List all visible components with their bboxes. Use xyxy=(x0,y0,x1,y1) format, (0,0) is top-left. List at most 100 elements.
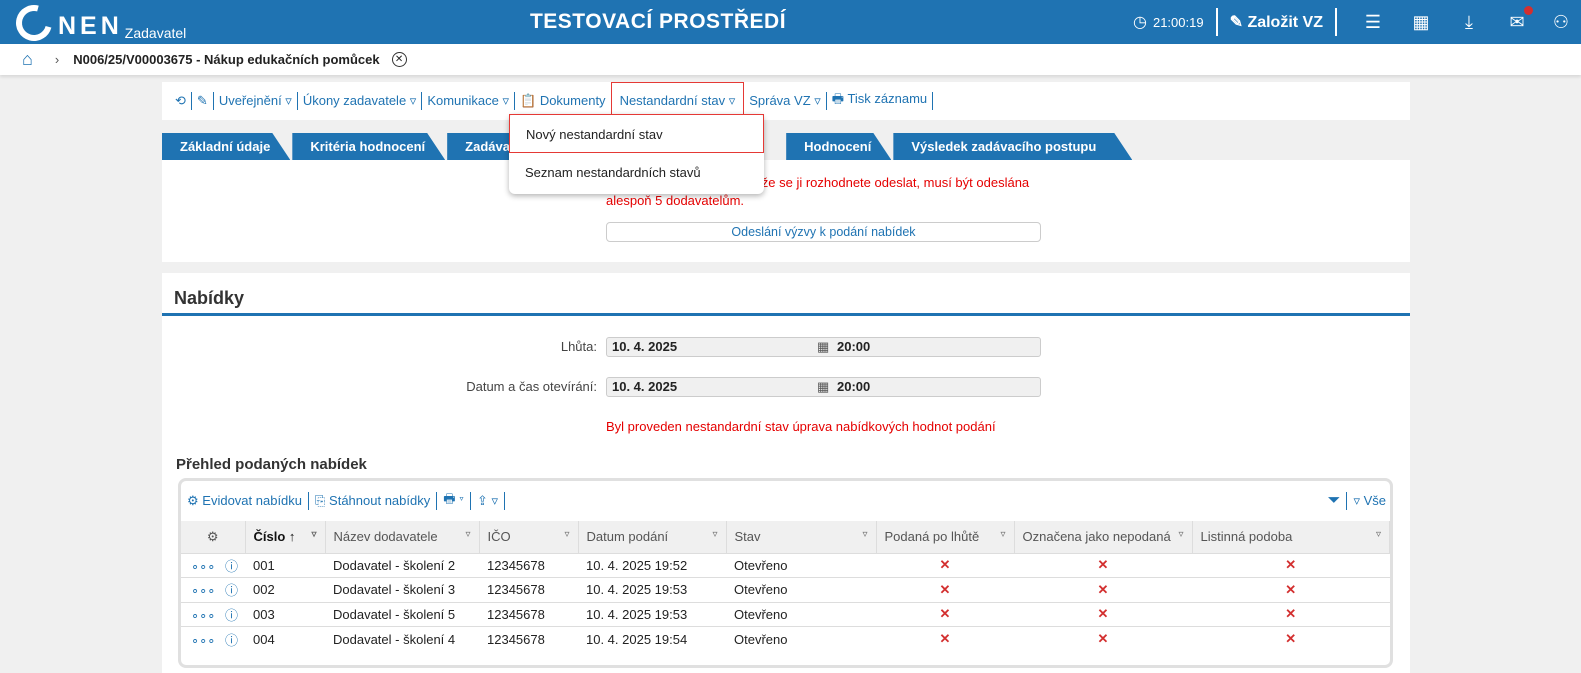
cross-icon: ✕ xyxy=(1014,577,1192,602)
cell-status: Otevřeno xyxy=(726,601,876,627)
edit-icon[interactable]: ✎ xyxy=(192,93,213,109)
menu-icon[interactable]: ☰ xyxy=(1349,12,1397,33)
breadcrumb-title: N006/25/V00003675 - Nákup edukačních pom… xyxy=(73,52,380,67)
cell-number: 002 xyxy=(245,577,325,602)
info-icon[interactable]: ⓘ xyxy=(225,608,238,623)
column-header[interactable]: Název dodavatele ▿ xyxy=(325,521,480,553)
deadline-field[interactable]: 10. 4. 2025 ▦ 20:00 xyxy=(606,337,1041,357)
top-header: NEN Zadavatel TESTOVACÍ PROSTŘEDÍ ◷ 21:0… xyxy=(0,0,1581,48)
info-icon[interactable]: ⓘ xyxy=(225,633,238,648)
calendar-icon[interactable]: ▦ xyxy=(817,338,829,356)
menu-item-nonstandard-state-list[interactable]: Seznam nestandardních stavů xyxy=(509,153,764,192)
invitation-panel: liže se ji rozhodnete odeslat, musí být … xyxy=(162,160,1410,262)
cell-ico: 12345678 xyxy=(479,577,578,602)
cell-date: 10. 4. 2025 19:54 xyxy=(578,626,726,651)
cross-icon: ✕ xyxy=(1014,601,1192,627)
view-select[interactable]: ▿ Vše xyxy=(1353,493,1386,509)
info-icon[interactable]: ⓘ xyxy=(225,559,238,574)
tab-evaluation[interactable]: Hodnocení xyxy=(786,133,891,160)
cell-status: Otevřeno xyxy=(726,552,876,578)
offers-grid: ⚙ Evidovat nabídku ⎘ Stáhnout nabídky 🖶 … xyxy=(178,478,1393,668)
menu-communication[interactable]: Komunikace ▿ xyxy=(422,93,514,109)
print-menu-button[interactable]: 🖶 ▿ xyxy=(443,490,464,512)
grid-toolbar: ⚙ Evidovat nabídku ⎘ Stáhnout nabídky 🖶 … xyxy=(181,481,1390,521)
cross-icon: ✕ xyxy=(1192,577,1390,602)
cell-status: Otevřeno xyxy=(726,577,876,602)
menu-item-new-nonstandard-state[interactable]: Nový nestandardní stav xyxy=(509,114,764,153)
column-header[interactable]: IČO ▿ xyxy=(479,521,579,553)
print-icon: 🖶 xyxy=(831,91,845,106)
user-icon[interactable]: ⚇ xyxy=(1541,12,1581,33)
section-title: Nabídky xyxy=(162,273,1410,316)
menu-contracting-actions[interactable]: Úkony zadavatele ▿ xyxy=(298,93,421,109)
tab-procedure-result[interactable]: Výsledek zadávacího postupu xyxy=(893,133,1132,160)
clock-icon: ◷ xyxy=(1133,14,1147,31)
home-icon[interactable]: ⌂ xyxy=(22,49,33,70)
menu-documents[interactable]: 📋 Dokumenty xyxy=(515,93,611,109)
offers-table: ⚙ Číslo ↑ ▿ Název dodavatele ▿ IČO ▿ Datum … xyxy=(181,521,1390,651)
mail-icon[interactable]: ✉ xyxy=(1493,5,1541,33)
download-icon[interactable]: ⤓ xyxy=(1445,12,1493,33)
opening-field[interactable]: 10. 4. 2025 ▦ 20:00 xyxy=(606,377,1041,397)
cell-number: 003 xyxy=(245,601,325,627)
info-icon[interactable]: ⓘ xyxy=(225,583,238,598)
offers-panel: Nabídky Lhůta: 10. 4. 2025 ▦ 20:00 Datum a… xyxy=(162,273,1410,673)
cell-number: 004 xyxy=(245,626,325,651)
more-actions-icon[interactable]: ∘∘∘ xyxy=(191,633,215,648)
sort-asc-icon: ↑ xyxy=(288,529,296,545)
cell-date: 10. 4. 2025 19:53 xyxy=(578,577,726,602)
edit-icon: ✎ xyxy=(1229,14,1248,31)
more-actions-icon[interactable]: ∘∘∘ xyxy=(191,559,215,574)
create-vz-button[interactable]: ✎ Založit VZ xyxy=(1230,12,1323,32)
column-settings-icon[interactable]: ⚙ xyxy=(181,521,246,553)
cross-icon: ✕ xyxy=(1192,552,1390,578)
cross-icon: ✕ xyxy=(1192,626,1390,651)
breadcrumb: ⌂ › N006/25/V00003675 - Nákup edukačních… xyxy=(0,44,1581,75)
calendar-icon[interactable]: ▦ xyxy=(817,378,829,396)
offers-overview-title: Přehled podaných nabídek xyxy=(176,456,367,473)
register-offer-button[interactable]: ⚙ Evidovat nabídku xyxy=(187,493,302,509)
column-header[interactable]: Podaná po lhůtě ▿ xyxy=(876,521,1015,553)
cell-ico: 12345678 xyxy=(479,552,578,578)
column-header[interactable]: Listinná podoba ▿ xyxy=(1192,521,1390,553)
download-offers-button[interactable]: ⎘ Stáhnout nabídky xyxy=(315,493,430,509)
more-actions-icon[interactable]: ∘∘∘ xyxy=(191,608,215,623)
menu-vz-management[interactable]: Správa VZ ▿ xyxy=(744,93,826,109)
menu-publication[interactable]: Uveřejnění ▿ xyxy=(214,93,297,109)
table-row[interactable]: ∘∘∘ ⓘ 002 Dodavatel - školení 3 12345678… xyxy=(181,577,1390,602)
more-actions-icon[interactable]: ∘∘∘ xyxy=(191,583,215,598)
column-header[interactable]: Datum podání ▿ xyxy=(578,521,727,553)
menu-print-record[interactable]: 🖶 Tisk záznamu xyxy=(827,90,932,112)
opening-label: Datum a čas otevírání: xyxy=(466,379,597,394)
cross-icon: ✕ xyxy=(1192,601,1390,627)
nonstandard-state-dropdown: Nový nestandardní stav Seznam nestandard… xyxy=(509,114,764,194)
cell-supplier: Dodavatel - školení 3 xyxy=(325,577,479,602)
cell-status: Otevřeno xyxy=(726,626,876,651)
column-header[interactable]: Označena jako nepodaná ▿ xyxy=(1014,521,1193,553)
refresh-icon[interactable]: ⟲ xyxy=(170,93,191,109)
clipboard-icon: 📋 xyxy=(520,93,537,108)
table-row[interactable]: ∘∘∘ ⓘ 004 Dodavatel - školení 4 12345678… xyxy=(181,626,1390,651)
close-icon[interactable]: ✕ xyxy=(391,52,407,67)
chevron-right-icon: › xyxy=(54,52,60,67)
tab-basic-info[interactable]: Základní údaje xyxy=(162,133,290,160)
create-vz-label: Založit VZ xyxy=(1247,14,1323,31)
register-icon: ⚙ xyxy=(187,493,199,508)
cell-date: 10. 4. 2025 19:52 xyxy=(578,552,726,578)
notification-dot xyxy=(1524,5,1533,15)
send-invitation-button[interactable]: Odeslání výzvy k podání nabídek xyxy=(606,222,1041,242)
column-header[interactable]: Číslo ↑ ▿ xyxy=(245,521,326,553)
export-menu-button[interactable]: ⇪ ▿ xyxy=(477,493,498,509)
table-row[interactable]: ∘∘∘ ⓘ 003 Dodavatel - školení 5 12345678… xyxy=(181,601,1390,627)
calendar-icon[interactable]: ▦ xyxy=(1397,12,1445,33)
tab-evaluation-criteria[interactable]: Kritéria hodnocení xyxy=(292,133,445,160)
column-header[interactable]: Stav ▿ xyxy=(726,521,877,553)
filter-icon[interactable]: ⏷ xyxy=(1328,492,1341,510)
table-row[interactable]: ∘∘∘ ⓘ 001 Dodavatel - školení 2 12345678… xyxy=(181,552,1390,578)
environment-title: TESTOVACÍ PROSTŘEDÍ xyxy=(529,10,787,33)
session-time: 21:00:19 xyxy=(1152,14,1204,30)
cell-supplier: Dodavatel - školení 2 xyxy=(325,552,479,578)
cross-icon: ✕ xyxy=(876,552,1014,578)
nonstandard-warning: Byl proveden nestandardní stav úprava na… xyxy=(606,419,996,434)
cell-ico: 12345678 xyxy=(479,601,578,627)
